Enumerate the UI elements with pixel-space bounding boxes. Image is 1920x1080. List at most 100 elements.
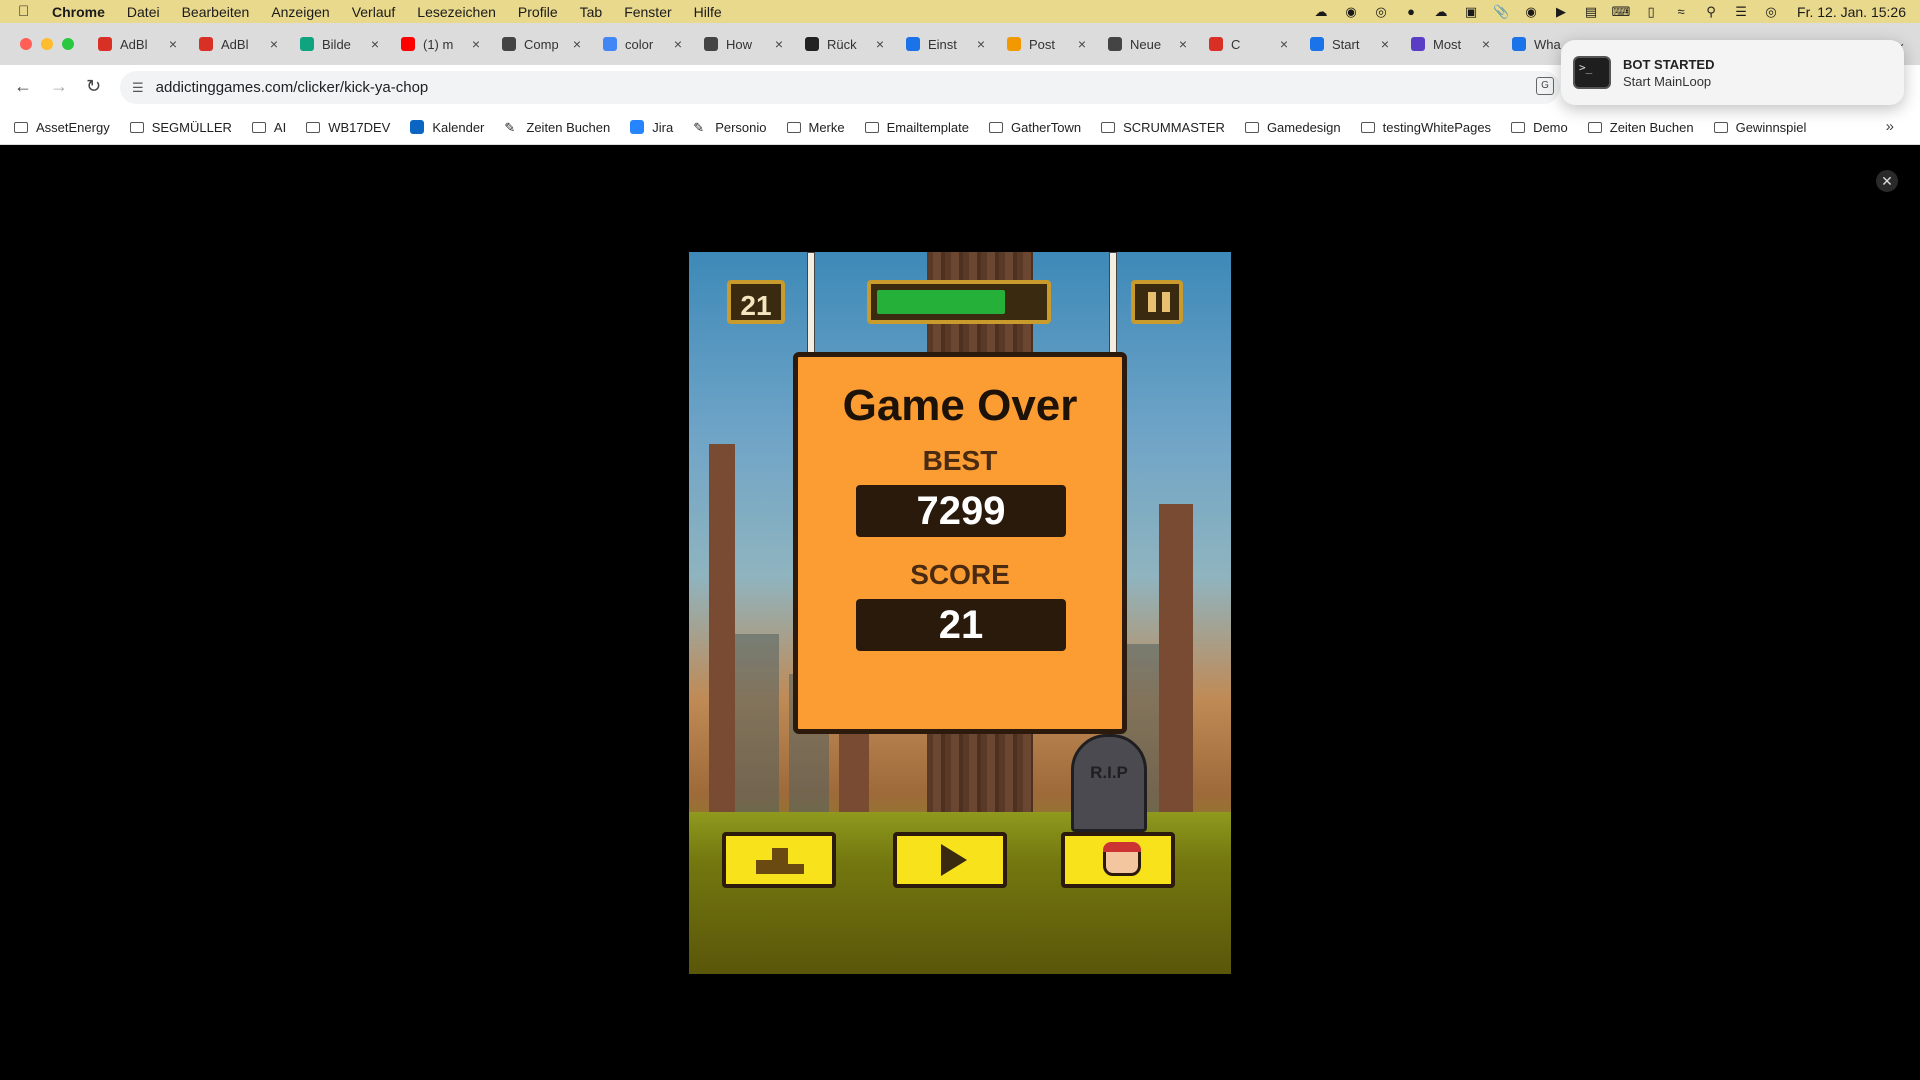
close-tab-icon[interactable]: × [270, 36, 278, 52]
browser-tab[interactable]: Most × [1409, 29, 1510, 59]
bookmark-item[interactable]: WB17DEV [306, 120, 390, 135]
bookmark-item[interactable]: Gamedesign [1244, 120, 1341, 135]
bookmark-item[interactable]: Emailtemplate [864, 120, 969, 135]
browser-tab[interactable]: Post × [1005, 29, 1106, 59]
bookmark-item[interactable]: Zeiten Buchen [1587, 120, 1694, 135]
apple-menu-icon[interactable]:  [18, 3, 38, 20]
close-tab-icon[interactable]: × [1482, 36, 1490, 52]
menu-lesezeichen[interactable]: Lesezeichen [417, 4, 496, 20]
menu-app-chrome[interactable]: Chrome [52, 4, 105, 20]
browser-tab[interactable]: AdBl × [197, 29, 298, 59]
more-bookmarks-chevron-icon[interactable]: » [1886, 118, 1894, 135]
menu-anzeigen[interactable]: Anzeigen [271, 4, 329, 20]
status-record-icon[interactable]: ◉ [1343, 4, 1359, 19]
bookmark-item[interactable]: Gewinnspiel [1713, 120, 1806, 135]
close-tab-icon[interactable]: × [1179, 36, 1187, 52]
bookmark-item[interactable]: testingWhitePages [1360, 120, 1491, 135]
bookmark-item[interactable]: AI [251, 119, 287, 135]
menu-clock[interactable]: Fr. 12. Jan. 15:26 [1797, 4, 1906, 20]
status-app-icon[interactable]: ☁ [1313, 4, 1329, 19]
keyboard-icon[interactable]: ⌨ [1612, 4, 1631, 19]
bookmark-item[interactable]: Demo [1511, 120, 1568, 135]
game-canvas[interactable]: 21 Game Over BEST 7299 SCORE 21 R.I.P [689, 252, 1231, 974]
status-ai-icon[interactable]: ◎ [1373, 4, 1389, 19]
folder-icon [1713, 121, 1728, 133]
tab-title: C [1231, 36, 1241, 52]
bookmark-item[interactable]: SEGMÜLLER [129, 120, 232, 135]
zoom-window-button[interactable] [62, 38, 74, 50]
menu-verlauf[interactable]: Verlauf [352, 4, 396, 20]
close-tab-icon[interactable]: × [977, 36, 985, 52]
menu-fenster[interactable]: Fenster [624, 4, 671, 20]
minimize-window-button[interactable] [41, 38, 53, 50]
forward-arrow-icon[interactable]: → [50, 76, 68, 97]
siri-icon[interactable]: ◎ [1763, 4, 1779, 19]
close-tab-icon[interactable]: × [573, 36, 581, 52]
bookmark-item[interactable]: GatherTown [989, 120, 1081, 135]
close-tab-icon[interactable]: × [674, 36, 682, 52]
close-tab-icon[interactable]: × [876, 36, 884, 52]
close-tab-icon[interactable]: × [472, 36, 480, 52]
browser-tab[interactable]: Einst × [904, 29, 1005, 59]
browser-tab[interactable]: Bilde × [298, 29, 399, 59]
cloud-icon[interactable]: ☁ [1433, 4, 1449, 19]
battery-icon[interactable]: ▯ [1643, 4, 1659, 19]
bookmark-label: AI [273, 119, 287, 135]
browser-tab[interactable]: (1) m × [399, 29, 500, 59]
browser-tab[interactable]: Comp × [500, 29, 601, 59]
podium-icon [756, 848, 804, 874]
play-button[interactable] [893, 832, 1007, 888]
status-g-icon[interactable]: ● [1403, 4, 1419, 19]
notification-banner[interactable]: >_ BOT STARTED Start MainLoop [1561, 40, 1904, 105]
back-arrow-icon[interactable]: ← [14, 76, 32, 97]
bookmark-item[interactable]: ✎ Personio [693, 120, 766, 136]
folder-icon [1587, 121, 1602, 133]
bookmark-label: Jira [652, 119, 674, 135]
browser-tab[interactable]: Start × [1308, 29, 1409, 59]
menu-datei[interactable]: Datei [127, 4, 160, 20]
close-tab-icon[interactable]: × [775, 36, 783, 52]
vpn-icon[interactable]: ◉ [1523, 4, 1539, 19]
menu-tab[interactable]: Tab [580, 4, 603, 20]
leaderboard-button[interactable] [722, 832, 836, 888]
menu-hilfe[interactable]: Hilfe [694, 4, 722, 20]
browser-tab[interactable]: How × [702, 29, 803, 59]
close-tab-icon[interactable]: × [371, 36, 379, 52]
close-game-overlay-button[interactable]: ✕ [1876, 170, 1898, 192]
close-tab-icon[interactable]: × [1381, 36, 1389, 52]
menu-profile[interactable]: Profile [518, 4, 558, 20]
bookmark-item[interactable]: Merke [786, 120, 845, 135]
play-icon[interactable]: ▶ [1553, 4, 1569, 19]
close-tab-icon[interactable]: × [1280, 36, 1288, 52]
bookmark-item[interactable]: AssetEnergy [14, 120, 110, 135]
memory-icon[interactable]: ▤ [1583, 4, 1599, 19]
character-select-button[interactable] [1061, 832, 1175, 888]
site-settings-icon[interactable]: ☰ [132, 80, 144, 96]
spotlight-search-icon[interactable]: ⚲ [1703, 4, 1719, 19]
wifi-icon[interactable]: ≈ [1673, 4, 1689, 19]
paperclip-icon[interactable]: 📎 [1493, 4, 1509, 19]
bookmark-item[interactable]: ✎ Zeiten Buchen [504, 120, 610, 136]
address-url[interactable]: addictinggames.com/clicker/kick-ya-chop [156, 79, 429, 96]
browser-tab[interactable]: AdBl × [96, 29, 197, 59]
browser-tab[interactable]: Neue × [1106, 29, 1207, 59]
monitor-icon[interactable]: ▣ [1463, 4, 1479, 19]
folder-icon [14, 121, 28, 133]
control-center-icon[interactable]: ☰ [1733, 4, 1749, 19]
browser-tab[interactable]: Rück × [803, 29, 904, 59]
translate-icon[interactable]: G [1536, 77, 1554, 95]
bookmark-item[interactable]: SCRUMMASTER [1101, 120, 1225, 135]
close-tab-icon[interactable]: × [169, 36, 177, 52]
menu-bearbeiten[interactable]: Bearbeiten [182, 4, 250, 20]
pause-button[interactable] [1131, 280, 1183, 324]
github-icon [704, 37, 718, 51]
browser-tab[interactable]: C × [1207, 29, 1308, 59]
close-window-button[interactable] [20, 38, 32, 50]
opera-icon [199, 37, 213, 51]
bookmark-item[interactable]: Kalender [410, 120, 484, 135]
bookmark-item[interactable]: Jira [630, 120, 673, 135]
address-bar[interactable]: ☰ addictinggames.com/clicker/kick-ya-cho… [120, 71, 1560, 104]
reload-icon[interactable]: ↻ [86, 76, 101, 97]
close-tab-icon[interactable]: × [1078, 36, 1086, 52]
browser-tab[interactable]: color × [601, 29, 702, 59]
